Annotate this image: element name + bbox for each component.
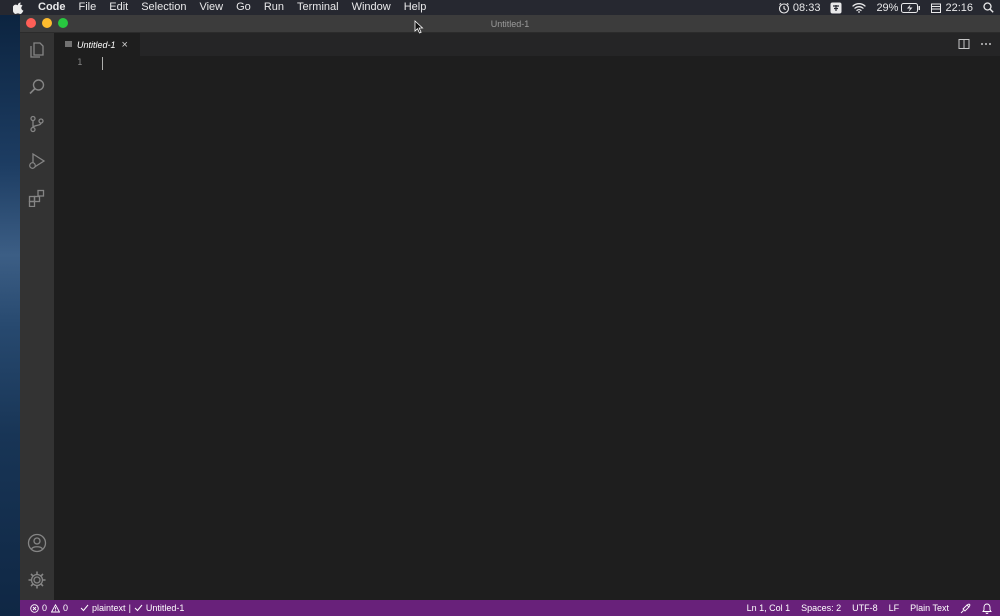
minimize-window-button[interactable] (42, 18, 52, 28)
split-editor-icon[interactable] (958, 38, 970, 50)
check-icon (80, 604, 89, 612)
error-icon (30, 603, 39, 613)
language-check-label: plaintext (92, 603, 126, 613)
close-window-button[interactable] (26, 18, 36, 28)
editor-actions (948, 38, 992, 50)
feedback-icon[interactable] (960, 602, 971, 614)
window-title: Untitled-1 (490, 18, 530, 29)
line-number: 1 (77, 58, 83, 68)
end-of-line-status[interactable]: LF (889, 603, 900, 613)
close-tab-icon[interactable]: × (122, 39, 128, 51)
plaintext-file-icon (65, 41, 72, 48)
language-mode-status[interactable]: Plain Text (910, 603, 949, 613)
extensions-icon[interactable] (27, 188, 47, 208)
zoom-window-button[interactable] (58, 18, 68, 28)
language-status-item[interactable]: plaintext | Untitled-1 (80, 603, 184, 613)
more-actions-icon[interactable] (980, 42, 992, 46)
tab-label: Untitled-1 (77, 39, 116, 50)
editor-tabs-bar: Untitled-1 × (54, 33, 1000, 56)
check-icon (134, 604, 143, 612)
warning-icon (51, 603, 61, 613)
accounts-icon[interactable] (27, 533, 47, 553)
cursor-position-status[interactable]: Ln 1, Col 1 (747, 603, 791, 613)
source-control-icon[interactable] (27, 114, 47, 134)
calendar-icon (931, 3, 942, 13)
battery-charging-icon (901, 2, 921, 13)
manage-gear-icon[interactable] (27, 570, 47, 590)
search-icon[interactable] (27, 77, 47, 97)
status-separator: | (128, 603, 131, 613)
menu-go[interactable]: Go (236, 0, 251, 15)
editor-text-area[interactable]: 1 (54, 56, 1000, 600)
run-debug-icon[interactable] (27, 151, 47, 171)
spotlight-search-icon[interactable] (983, 2, 994, 13)
menu-file[interactable]: File (79, 0, 97, 15)
menu-view[interactable]: View (199, 0, 223, 15)
menu-help[interactable]: Help (404, 0, 427, 15)
timer-text: 08:33 (792, 1, 821, 14)
apple-menu-icon[interactable] (13, 2, 27, 14)
file-check-label: Untitled-1 (145, 603, 185, 613)
desktop-wallpaper (0, 15, 20, 616)
input-method-icon[interactable] (830, 2, 842, 14)
indentation-status[interactable]: Spaces: 2 (801, 603, 841, 613)
error-count: 0 (42, 603, 48, 613)
encoding-status[interactable]: UTF-8 (852, 603, 878, 613)
menu-edit[interactable]: Edit (109, 0, 128, 15)
traffic-lights (26, 18, 74, 28)
clock-text: 22:16 (945, 1, 973, 14)
status-bar: 0 0 plaintext | Untitled-1 Ln 1, Col 1 S… (20, 600, 1000, 616)
menu-app-code[interactable]: Code (38, 0, 66, 15)
vscode-window: Untitled-1 Untitled-1 × 1 0 0 plaintext … (20, 15, 1000, 616)
problems-status[interactable]: 0 0 (30, 603, 68, 613)
mouse-cursor-icon (414, 20, 424, 34)
battery-status[interactable]: 29% (876, 2, 921, 14)
macos-menu-bar: Code File Edit Selection View Go Run Ter… (0, 0, 1000, 15)
tab-untitled-1[interactable]: Untitled-1 × (54, 33, 140, 56)
window-titlebar[interactable]: Untitled-1 (20, 15, 1000, 33)
activity-bar (20, 33, 54, 600)
menu-window[interactable]: Window (352, 0, 391, 15)
warning-count: 0 (63, 603, 69, 613)
menubar-timer[interactable]: 08:33 (778, 1, 821, 14)
menu-run[interactable]: Run (264, 0, 284, 15)
battery-percent: 29% (876, 1, 899, 14)
notifications-bell-icon[interactable] (982, 603, 992, 614)
explorer-icon[interactable] (27, 40, 47, 60)
menu-selection[interactable]: Selection (141, 0, 186, 15)
text-cursor (102, 57, 103, 70)
wifi-icon[interactable] (852, 2, 867, 13)
menubar-clock[interactable]: 22:16 (931, 2, 973, 14)
menu-terminal[interactable]: Terminal (297, 0, 339, 15)
timer-icon (778, 2, 789, 14)
